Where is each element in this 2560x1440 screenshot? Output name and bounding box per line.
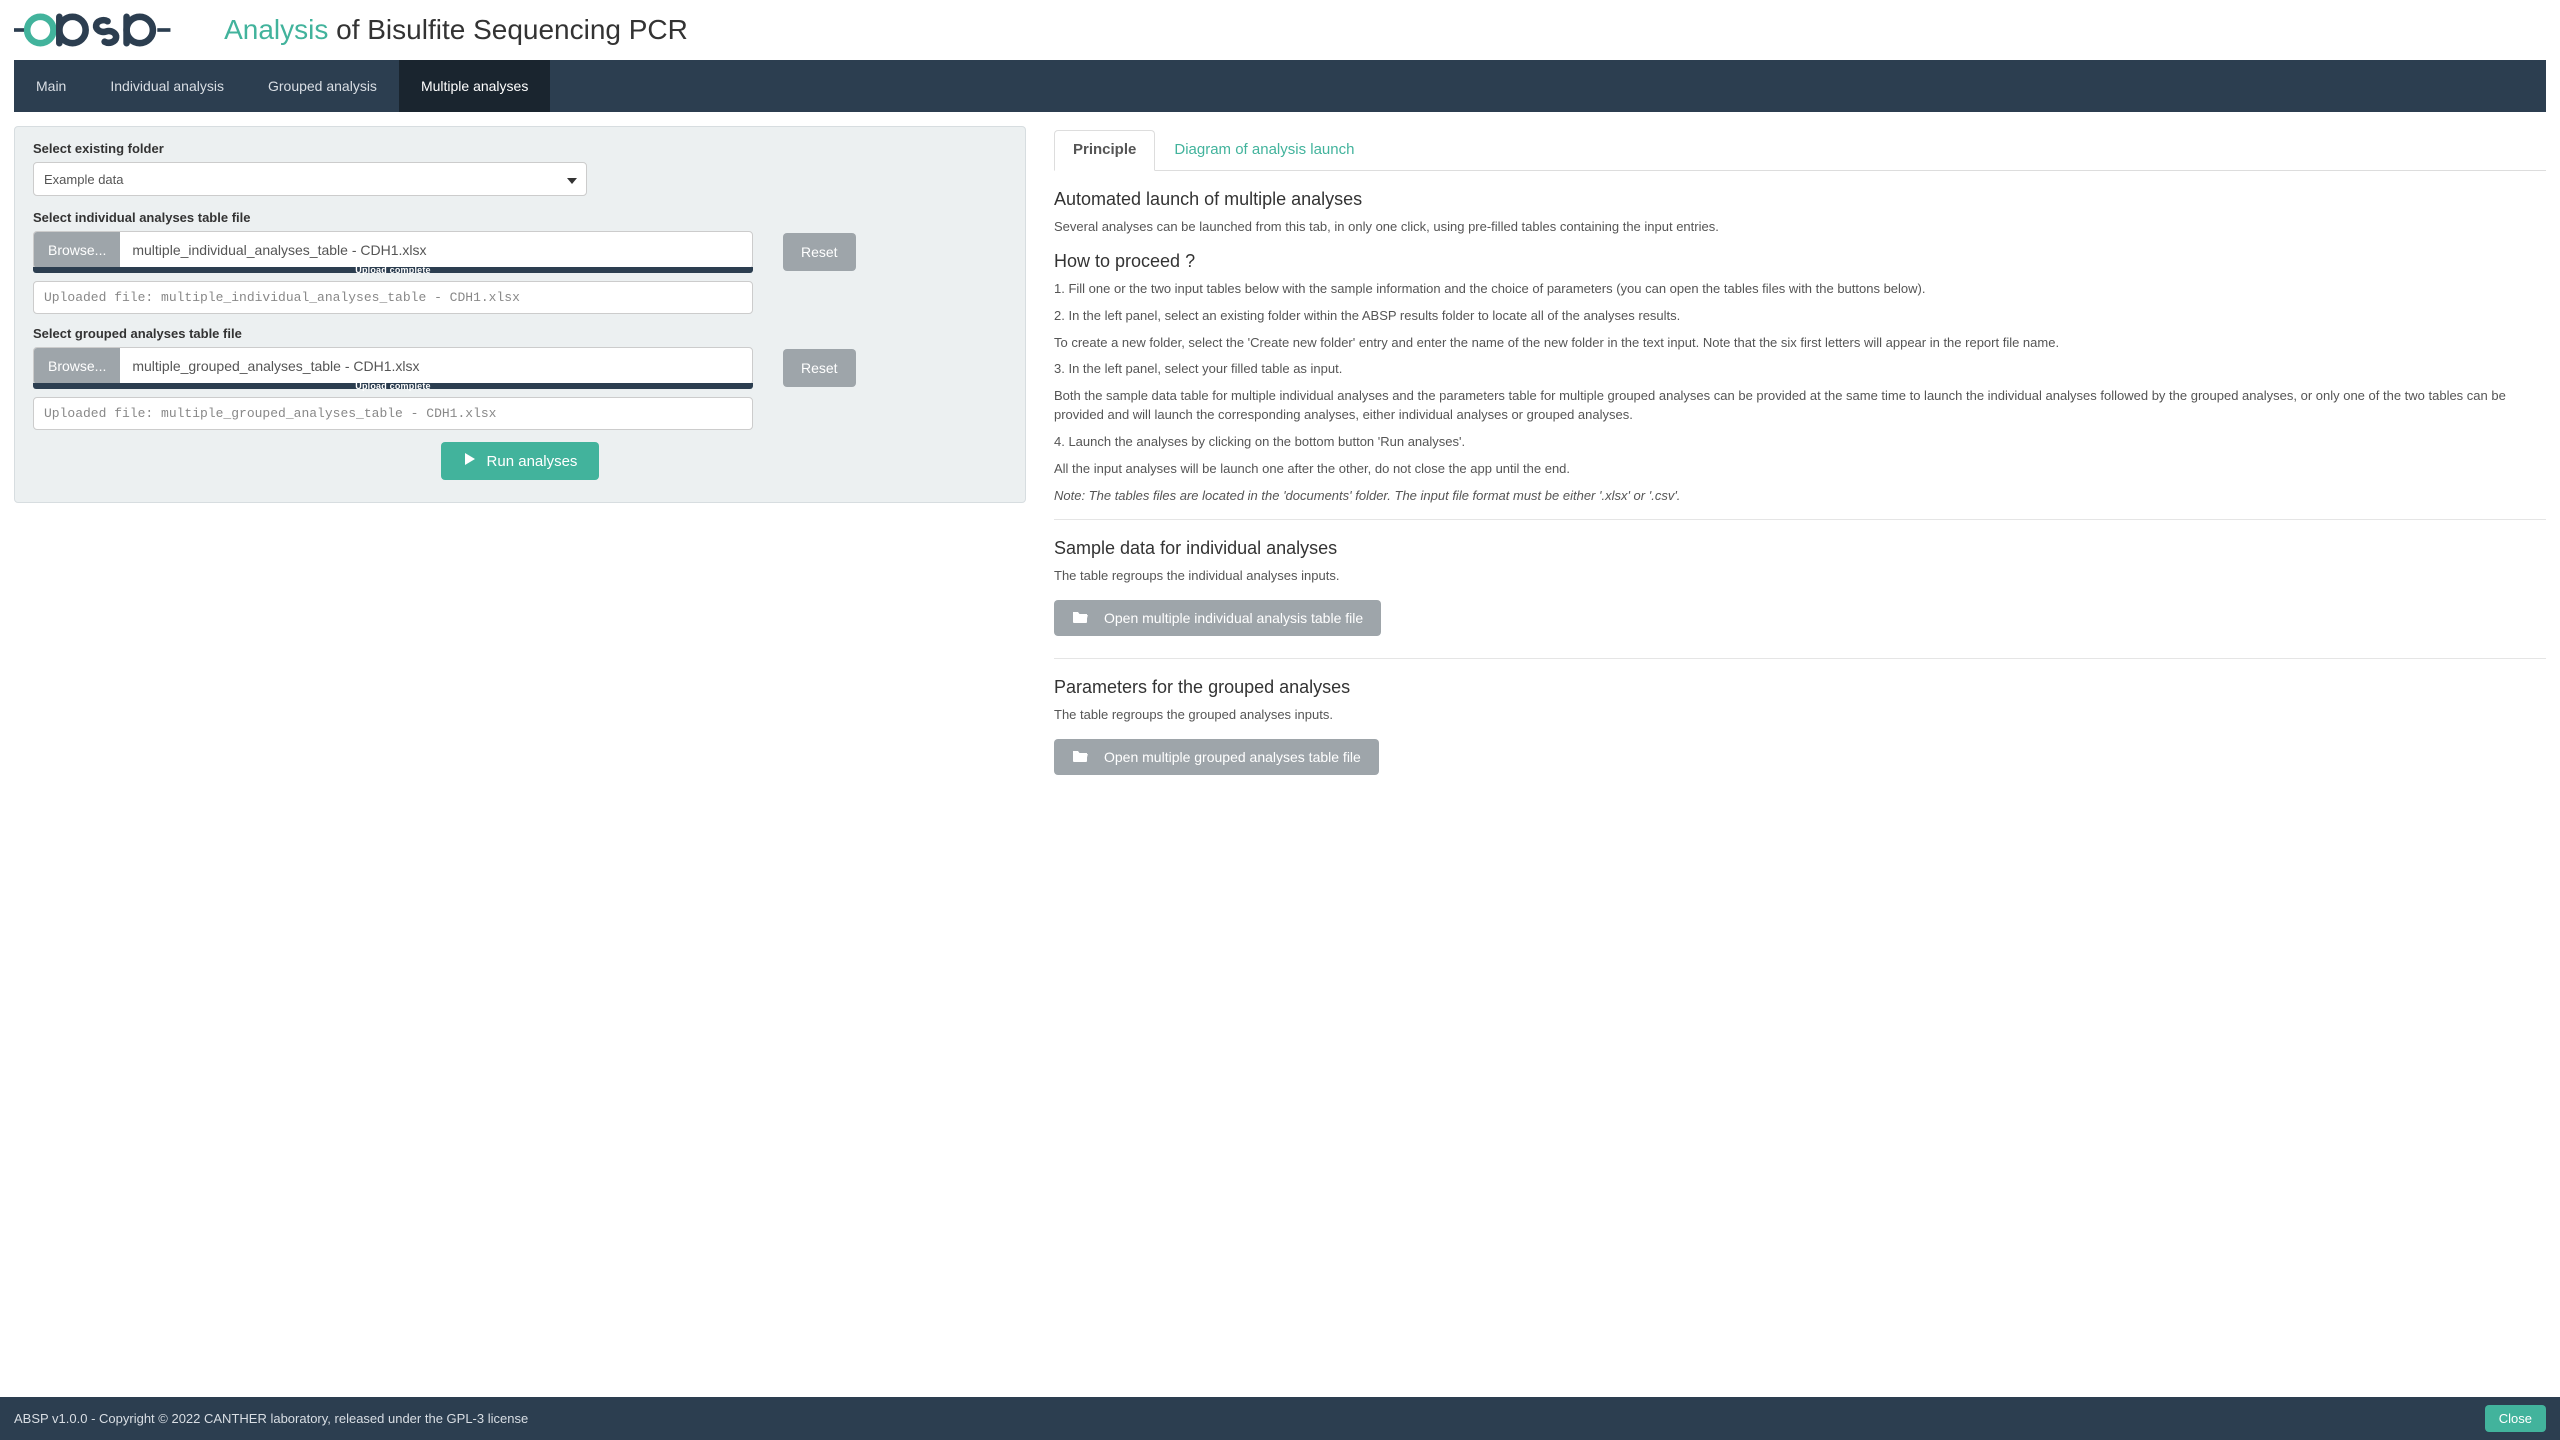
- title-rest: of Bisulfite Sequencing PCR: [328, 14, 688, 45]
- individual-reset-button[interactable]: Reset: [783, 233, 856, 271]
- footer-bar: ABSP v1.0.0 - Copyright © 2022 CANTHER l…: [0, 1397, 2560, 1440]
- title-prefix: Analysis: [224, 14, 328, 45]
- app-logo: [14, 8, 204, 52]
- nav-main[interactable]: Main: [14, 60, 88, 112]
- step-4b: All the input analyses will be launch on…: [1054, 460, 2546, 479]
- sample-data-desc: The table regroups the individual analys…: [1054, 567, 2546, 586]
- open-individual-table-label: Open multiple individual analysis table …: [1104, 610, 1363, 626]
- individual-file-label: Select individual analyses table file: [33, 210, 1007, 225]
- individual-upload-progress: Upload complete: [33, 267, 753, 273]
- nav-individual-analysis[interactable]: Individual analysis: [88, 60, 246, 112]
- folder-label: Select existing folder: [33, 141, 1007, 156]
- grouped-reset-button[interactable]: Reset: [783, 349, 856, 387]
- step-3b: Both the sample data table for multiple …: [1054, 387, 2546, 425]
- individual-upload-complete-label: Upload complete: [355, 265, 431, 275]
- individual-file-picker: Browse... multiple_individual_analyses_t…: [33, 231, 753, 269]
- footer-text: ABSP v1.0.0 - Copyright © 2022 CANTHER l…: [14, 1411, 528, 1426]
- individual-browse-button[interactable]: Browse...: [34, 232, 120, 268]
- grouped-file-picker: Browse... multiple_grouped_analyses_tabl…: [33, 347, 753, 385]
- run-label: Run analyses: [487, 453, 578, 470]
- left-panel: Select existing folder Example data Sele…: [14, 126, 1026, 503]
- open-individual-table-button[interactable]: Open multiple individual analysis table …: [1054, 600, 1381, 636]
- right-tab-strip: Principle Diagram of analysis launch: [1054, 130, 2546, 171]
- step-1: 1. Fill one or the two input tables belo…: [1054, 280, 2546, 299]
- content-area: Select existing folder Example data Sele…: [0, 112, 2560, 1397]
- heading-sample-data: Sample data for individual analyses: [1054, 538, 2546, 559]
- app-title: Analysis of Bisulfite Sequencing PCR: [224, 14, 688, 46]
- tab-principle[interactable]: Principle: [1054, 130, 1155, 171]
- step-2: 2. In the left panel, select an existing…: [1054, 307, 2546, 326]
- folder-open-icon: [1072, 749, 1088, 765]
- right-panel: Principle Diagram of analysis launch Aut…: [1054, 126, 2546, 1383]
- grouped-uploaded-msg: Uploaded file: multiple_grouped_analyses…: [33, 397, 753, 430]
- open-grouped-table-button[interactable]: Open multiple grouped analyses table fil…: [1054, 739, 1379, 775]
- grouped-file-label: Select grouped analyses table file: [33, 326, 1007, 341]
- intro-text: Several analyses can be launched from th…: [1054, 218, 2546, 237]
- run-analyses-button[interactable]: Run analyses: [441, 442, 600, 480]
- nav-grouped-analysis[interactable]: Grouped analysis: [246, 60, 399, 112]
- step-4: 4. Launch the analyses by clicking on th…: [1054, 433, 2546, 452]
- grouped-upload-complete-label: Upload complete: [355, 381, 431, 391]
- heading-parameters: Parameters for the grouped analyses: [1054, 677, 2546, 698]
- step-3: 3. In the left panel, select your filled…: [1054, 360, 2546, 379]
- open-grouped-table-label: Open multiple grouped analyses table fil…: [1104, 749, 1361, 765]
- divider-2: [1054, 658, 2546, 659]
- folder-value: Example data: [44, 172, 124, 187]
- grouped-browse-button[interactable]: Browse...: [34, 348, 120, 384]
- parameters-desc: The table regroups the grouped analyses …: [1054, 706, 2546, 725]
- folder-select[interactable]: Example data: [33, 162, 587, 196]
- tab-diagram[interactable]: Diagram of analysis launch: [1155, 130, 1373, 171]
- grouped-upload-progress: Upload complete: [33, 383, 753, 389]
- note-text: Note: The tables files are located in th…: [1054, 487, 2546, 506]
- individual-uploaded-msg: Uploaded file: multiple_individual_analy…: [33, 281, 753, 314]
- heading-automated-launch: Automated launch of multiple analyses: [1054, 189, 2546, 210]
- play-icon: [463, 452, 477, 470]
- nav-multiple-analyses[interactable]: Multiple analyses: [399, 60, 550, 112]
- step-2b: To create a new folder, select the 'Crea…: [1054, 334, 2546, 353]
- folder-open-icon: [1072, 610, 1088, 626]
- main-nav: Main Individual analysis Grouped analysi…: [14, 60, 2546, 112]
- individual-filename: multiple_individual_analyses_table - CDH…: [120, 232, 752, 268]
- divider-1: [1054, 519, 2546, 520]
- close-button[interactable]: Close: [2485, 1405, 2546, 1432]
- app-header: Analysis of Bisulfite Sequencing PCR: [0, 0, 2560, 60]
- grouped-filename: multiple_grouped_analyses_table - CDH1.x…: [120, 348, 752, 384]
- caret-down-icon: [567, 171, 577, 187]
- heading-how-to-proceed: How to proceed ?: [1054, 251, 2546, 272]
